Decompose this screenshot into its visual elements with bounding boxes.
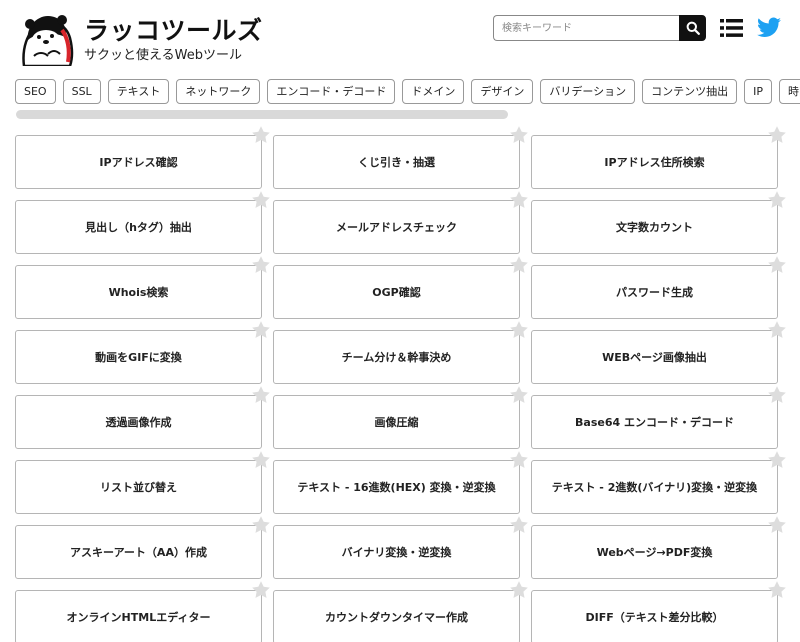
star-icon[interactable] — [509, 190, 529, 210]
star-icon[interactable] — [767, 450, 787, 470]
tool-card-label: くじ引き・抽選 — [358, 156, 435, 169]
tool-card-label: 画像圧縮 — [374, 416, 419, 429]
star-icon[interactable] — [509, 580, 529, 600]
star-icon[interactable] — [767, 190, 787, 210]
tool-card-label: パスワード生成 — [616, 286, 693, 299]
search-button[interactable] — [679, 15, 706, 41]
tool-card-label: Whois検索 — [108, 286, 169, 299]
search-box — [493, 15, 706, 41]
category-chip[interactable]: 時間 — [779, 79, 800, 104]
tool-card[interactable]: チーム分け＆幹事決め — [273, 321, 528, 384]
search-icon — [686, 21, 700, 35]
tool-card-label: テキスト - 2進数(バイナリ)変換・逆変換 — [551, 481, 758, 494]
star-icon[interactable] — [251, 580, 271, 600]
header: ラッコツールズ サクッと使えるWebツール — [0, 0, 800, 72]
tool-card-label: バイナリ変換・逆変換 — [341, 546, 452, 559]
tool-card[interactable]: アスキーアート（AA）作成 — [15, 516, 270, 579]
tool-card[interactable]: Whois検索 — [15, 256, 270, 319]
category-chip[interactable]: ネットワーク — [176, 79, 261, 104]
star-icon[interactable] — [509, 125, 529, 145]
tool-card[interactable]: 透過画像作成 — [15, 386, 270, 449]
tool-card-label: IPアドレス住所検索 — [604, 156, 705, 169]
star-icon[interactable] — [251, 385, 271, 405]
category-chip[interactable]: IP — [744, 79, 773, 104]
tool-card-label: 文字数カウント — [616, 221, 693, 234]
tool-card-label: Base64 エンコード・デコード — [575, 416, 734, 429]
tool-card[interactable]: テキスト - 2進数(バイナリ)変換・逆変換 — [531, 451, 786, 514]
star-icon[interactable] — [509, 450, 529, 470]
tool-card-label: リスト並び替え — [100, 481, 177, 494]
tool-card[interactable]: 画像圧縮 — [273, 386, 528, 449]
category-chip[interactable]: SEO — [15, 79, 56, 104]
tool-card[interactable]: IPアドレス住所検索 — [531, 126, 786, 189]
site-title[interactable]: ラッコツールズ — [84, 11, 263, 47]
tool-card-label: オンラインHTMLエディター — [66, 611, 211, 624]
tool-card-label: 見出し（hタグ）抽出 — [85, 221, 192, 234]
tool-card[interactable]: カウントダウンタイマー作成 — [273, 581, 528, 642]
category-chip[interactable]: テキスト — [107, 79, 170, 104]
tool-card-label: テキスト - 16進数(HEX) 変換・逆変換 — [297, 481, 496, 494]
star-icon[interactable] — [509, 515, 529, 535]
category-chip[interactable]: エンコード・デコード — [267, 79, 396, 104]
tool-card[interactable]: テキスト - 16進数(HEX) 変換・逆変換 — [273, 451, 528, 514]
category-chip[interactable]: SSL — [62, 79, 101, 104]
list-menu-icon[interactable] — [720, 18, 743, 38]
search-input[interactable] — [493, 15, 679, 41]
star-icon[interactable] — [251, 320, 271, 340]
tool-card[interactable]: パスワード生成 — [531, 256, 786, 319]
tool-card-label: IPアドレス確認 — [99, 156, 178, 169]
tool-card[interactable]: DIFF（テキスト差分比較） — [531, 581, 786, 642]
tool-card[interactable]: 見出し（hタグ）抽出 — [15, 191, 270, 254]
tool-card-label: DIFF（テキスト差分比較） — [585, 611, 724, 624]
star-icon[interactable] — [509, 385, 529, 405]
tool-card[interactable]: くじ引き・抽選 — [273, 126, 528, 189]
tool-card-label: 透過画像作成 — [105, 416, 172, 429]
tool-card[interactable]: WEBページ画像抽出 — [531, 321, 786, 384]
tool-card[interactable]: Webページ→PDF変換 — [531, 516, 786, 579]
star-icon[interactable] — [767, 320, 787, 340]
tool-card[interactable]: リスト並び替え — [15, 451, 270, 514]
tool-card[interactable]: 文字数カウント — [531, 191, 786, 254]
star-icon[interactable] — [251, 125, 271, 145]
tool-card-label: OGP確認 — [372, 286, 421, 299]
tool-card-label: アスキーアート（AA）作成 — [70, 546, 207, 559]
category-chip[interactable]: デザイン — [471, 79, 534, 104]
star-icon[interactable] — [767, 255, 787, 275]
category-chip[interactable]: コンテンツ抽出 — [642, 79, 738, 104]
star-icon[interactable] — [767, 515, 787, 535]
tool-card[interactable]: メールアドレスチェック — [273, 191, 528, 254]
tool-grid: IPアドレス確認 くじ引き・抽選 IPアドレス住所検索見出し（hタグ）抽出 メールアド… — [15, 126, 790, 642]
star-icon[interactable] — [767, 580, 787, 600]
star-icon[interactable] — [767, 385, 787, 405]
star-icon[interactable] — [509, 320, 529, 340]
horizontal-scrollbar[interactable] — [16, 110, 508, 119]
category-chip[interactable]: バリデーション — [540, 79, 636, 104]
star-icon[interactable] — [251, 515, 271, 535]
tool-card[interactable]: オンラインHTMLエディター — [15, 581, 270, 642]
sea-otter-logo[interactable] — [18, 10, 76, 66]
star-icon[interactable] — [251, 255, 271, 275]
tool-card-label: WEBページ画像抽出 — [602, 351, 707, 364]
star-icon[interactable] — [251, 190, 271, 210]
page: ラッコツールズ サクッと使えるWebツール SEOSSLテキストネットワークエン… — [0, 0, 800, 642]
tool-card-label: Webページ→PDF変換 — [596, 546, 713, 559]
star-icon[interactable] — [767, 125, 787, 145]
tool-card-label: メールアドレスチェック — [336, 221, 457, 234]
twitter-icon[interactable] — [757, 17, 781, 38]
tool-card[interactable]: OGP確認 — [273, 256, 528, 319]
tool-card[interactable]: Base64 エンコード・デコード — [531, 386, 786, 449]
tool-card-label: チーム分け＆幹事決め — [341, 351, 452, 364]
tool-card-label: カウントダウンタイマー作成 — [325, 611, 468, 624]
tool-card[interactable]: 動画をGIFに変換 — [15, 321, 270, 384]
star-icon[interactable] — [509, 255, 529, 275]
tool-card[interactable]: バイナリ変換・逆変換 — [273, 516, 528, 579]
category-chip[interactable]: ドメイン — [402, 79, 465, 104]
tool-card-label: 動画をGIFに変換 — [95, 351, 182, 364]
site-subtitle: サクッと使えるWebツール — [84, 48, 242, 63]
tool-card[interactable]: IPアドレス確認 — [15, 126, 270, 189]
star-icon[interactable] — [251, 450, 271, 470]
category-tabs: SEO SSL テキスト ネットワーク エンコード・デコード ドメイン デザイン バリデーショ… — [15, 79, 800, 105]
